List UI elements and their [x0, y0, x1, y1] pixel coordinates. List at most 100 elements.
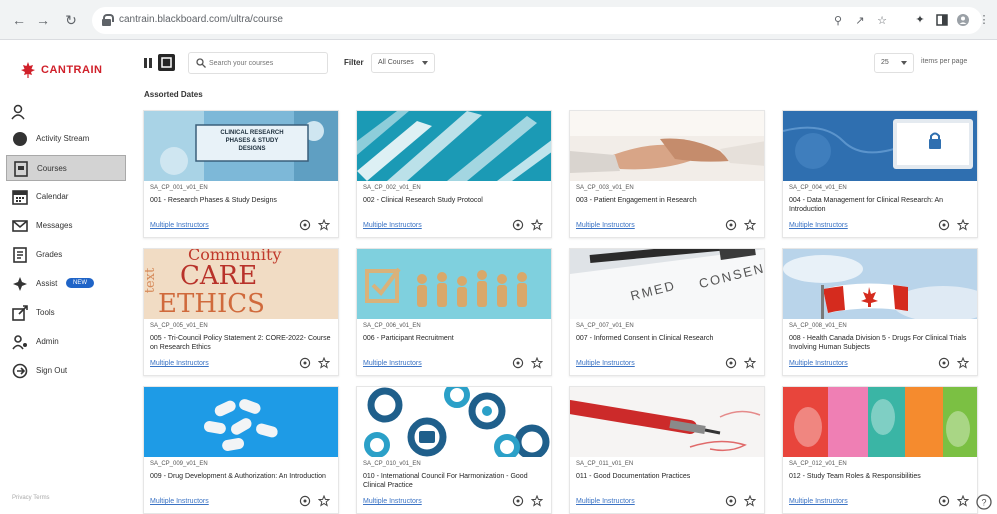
search-input[interactable] [209, 56, 324, 70]
instructors-link[interactable]: Multiple Instructors [789, 222, 848, 229]
info-icon[interactable] [725, 495, 737, 507]
sidebar-item-grades[interactable]: Grades [6, 242, 126, 268]
cantrain-logo[interactable]: CANTRAIN [20, 60, 120, 80]
course-title[interactable]: 008 - Health Canada Division 5 - Drugs F… [789, 334, 975, 352]
course-card[interactable]: Community CARE ETHICS text SA_CP_005_v01… [143, 248, 339, 376]
address-bar[interactable]: cantrain.blackboard.com/ultra/course ⚲ ↗… [92, 7, 982, 34]
zoom-icon[interactable]: ⚲ [832, 15, 844, 27]
sidebar-panel-icon[interactable] [936, 14, 948, 26]
reload-icon[interactable]: ↻ [62, 11, 80, 29]
instructors-link[interactable]: Multiple Instructors [576, 360, 635, 367]
instructors-link[interactable]: Multiple Instructors [363, 360, 422, 367]
filter-select[interactable]: All Courses [371, 53, 435, 73]
favorite-star-icon[interactable] [957, 219, 969, 231]
privacy-terms-link[interactable]: Privacy Terms [12, 494, 52, 502]
course-image-clinical-research-phases[interactable]: CLINICAL RESEARCH PHASES & STUDY DESIGNS [144, 111, 338, 181]
info-icon[interactable] [512, 219, 524, 231]
info-icon[interactable] [512, 357, 524, 369]
course-card[interactable]: RMED CONSENT SA_CP_007_v01_EN 007 - Info… [569, 248, 765, 376]
info-icon[interactable] [725, 357, 737, 369]
favorite-star-icon[interactable] [531, 495, 543, 507]
course-image-wooden-figures-checkbox[interactable] [357, 249, 551, 319]
instructors-link[interactable]: Multiple Instructors [789, 360, 848, 367]
info-icon[interactable] [299, 495, 311, 507]
course-image-pills-on-blue[interactable] [144, 387, 338, 457]
instructors-link[interactable]: Multiple Instructors [789, 498, 848, 505]
info-icon[interactable] [938, 357, 950, 369]
sidebar-item-courses[interactable]: Courses [6, 155, 126, 181]
course-title[interactable]: 012 - Study Team Roles & Responsibilitie… [789, 472, 975, 481]
course-card[interactable]: SA_CP_009_v01_EN 009 - Drug Development … [143, 386, 339, 514]
course-title[interactable]: 009 - Drug Development & Authorization: … [150, 472, 336, 481]
favorite-star-icon[interactable] [531, 357, 543, 369]
course-title[interactable]: 010 - International Council For Harmoniz… [363, 472, 549, 490]
course-card[interactable]: SA_CP_011_v01_EN 011 - Good Documentatio… [569, 386, 765, 514]
favorite-star-icon[interactable] [531, 219, 543, 231]
sidebar-item-tools[interactable]: Tools [6, 300, 126, 326]
instructors-link[interactable]: Multiple Instructors [150, 360, 209, 367]
sidebar-item-activity-stream[interactable]: Activity Stream [6, 126, 126, 152]
course-image-red-pen[interactable] [570, 387, 764, 457]
lock-icon[interactable] [102, 14, 114, 26]
forward-icon[interactable]: → [34, 11, 52, 29]
course-card[interactable]: SA_CP_008_v01_EN 008 - Health Canada Div… [782, 248, 978, 376]
favorite-star-icon[interactable] [318, 219, 330, 231]
favorite-star-icon[interactable] [318, 357, 330, 369]
favorite-star-icon[interactable] [957, 357, 969, 369]
course-title[interactable]: 001 - Research Phases & Study Designs [150, 196, 336, 205]
instructors-link[interactable]: Multiple Instructors [363, 498, 422, 505]
sidebar-item-messages[interactable]: Messages [6, 213, 126, 239]
course-title[interactable]: 002 - Clinical Research Study Protocol [363, 196, 549, 205]
course-card[interactable]: SA_CP_004_v01_EN 004 - Data Management f… [782, 110, 978, 238]
extensions-puzzle-icon[interactable]: ✦ [914, 14, 926, 26]
course-image-canada-flag[interactable] [783, 249, 977, 319]
info-icon[interactable] [725, 219, 737, 231]
list-view-icon[interactable] [144, 57, 156, 69]
instructors-link[interactable]: Multiple Instructors [576, 498, 635, 505]
url-text[interactable]: cantrain.blackboard.com/ultra/course [119, 14, 283, 25]
course-title[interactable]: 003 - Patient Engagement in Research [576, 196, 762, 205]
user-profile-icon[interactable] [10, 104, 26, 120]
course-image-gears-icons[interactable] [357, 387, 551, 457]
course-card[interactable]: SA_CP_010_v01_EN 010 - International Cou… [356, 386, 552, 514]
course-title[interactable]: 006 - Participant Recruitment [363, 334, 549, 343]
back-icon[interactable]: ← [10, 11, 28, 29]
course-card[interactable]: SA_CP_002_v01_EN 002 - Clinical Research… [356, 110, 552, 238]
course-title[interactable]: 007 - Informed Consent in Clinical Resea… [576, 334, 762, 343]
sidebar-item-assist[interactable]: Assist NEW [6, 271, 126, 297]
course-card[interactable]: CLINICAL RESEARCH PHASES & STUDY DESIGNS… [143, 110, 339, 238]
favorite-star-icon[interactable] [744, 357, 756, 369]
course-title[interactable]: 005 - Tri-Council Policy Statement 2: CO… [150, 334, 336, 352]
sidebar-item-calendar[interactable]: Calendar [6, 184, 126, 210]
info-icon[interactable] [299, 219, 311, 231]
instructors-link[interactable]: Multiple Instructors [150, 498, 209, 505]
share-icon[interactable]: ↗ [854, 15, 866, 27]
info-icon[interactable] [512, 495, 524, 507]
help-chat-icon[interactable]: ? [976, 494, 992, 510]
course-image-data-lock-screen[interactable] [783, 111, 977, 181]
course-card[interactable]: SA_CP_003_v01_EN 003 - Patient Engagemen… [569, 110, 765, 238]
kebab-menu-icon[interactable]: ⋮ [978, 14, 990, 26]
course-image-informed-consent-clipboard[interactable]: RMED CONSENT [570, 249, 764, 319]
course-image-colorful-hands[interactable] [783, 387, 977, 457]
favorite-star-icon[interactable] [744, 495, 756, 507]
info-icon[interactable] [299, 357, 311, 369]
instructors-link[interactable]: Multiple Instructors [363, 222, 422, 229]
instructors-link[interactable]: Multiple Instructors [150, 222, 209, 229]
course-image-community-care-ethics[interactable]: Community CARE ETHICS text [144, 249, 338, 319]
instructors-link[interactable]: Multiple Instructors [576, 222, 635, 229]
course-title[interactable]: 011 - Good Documentation Practices [576, 472, 762, 481]
grid-view-button[interactable] [158, 54, 175, 71]
sidebar-item-sign-out[interactable]: Sign Out [6, 358, 126, 384]
sidebar-item-admin[interactable]: Admin [6, 329, 126, 355]
favorite-star-icon[interactable] [744, 219, 756, 231]
favorite-star-icon[interactable] [957, 495, 969, 507]
course-image-blue-brush-strokes[interactable] [357, 111, 551, 181]
info-icon[interactable] [938, 495, 950, 507]
course-title[interactable]: 004 - Data Management for Clinical Resea… [789, 196, 975, 214]
favorite-star-icon[interactable] [318, 495, 330, 507]
profile-icon[interactable] [957, 14, 969, 26]
course-card[interactable]: SA_CP_012_v01_EN 012 - Study Team Roles … [782, 386, 978, 514]
bookmark-star-icon[interactable]: ☆ [876, 15, 888, 27]
course-image-handshake[interactable] [570, 111, 764, 181]
